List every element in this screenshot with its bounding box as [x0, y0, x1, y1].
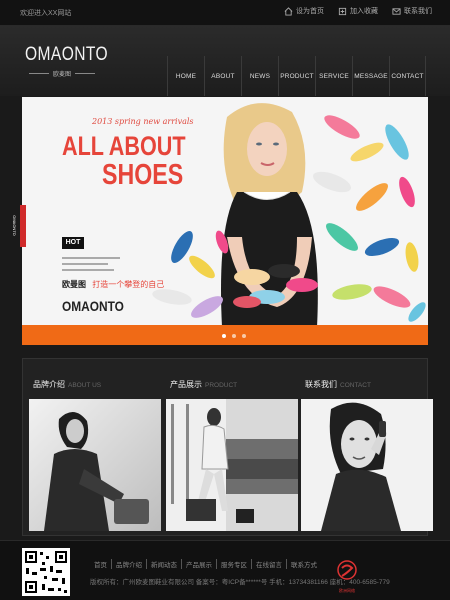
promo-slogan: 欧曼图 打造一个攀登的自己 — [62, 279, 164, 290]
panel-product-cn: 产品展示 — [170, 380, 202, 389]
footer-link-home[interactable]: 首页 — [90, 559, 112, 569]
footer-link-news[interactable]: 新闻动态 — [147, 559, 182, 569]
slider-dots — [222, 334, 246, 338]
panel-about: 品牌介绍 ABOUT US — [23, 359, 161, 537]
panel-about-title[interactable]: 品牌介绍 ABOUT US — [33, 379, 101, 390]
footer-link-contact[interactable]: 联系方式 — [287, 559, 321, 569]
hot-badge: HOT — [62, 237, 84, 249]
nav-about[interactable]: ABOUT — [204, 56, 241, 96]
footer-link-message[interactable]: 在线留言 — [252, 559, 287, 569]
contact-us-label: 联系我们 — [404, 8, 432, 15]
side-tag-text: OMAONTO — [11, 215, 17, 236]
panel-contact: 联系我们 CONTACT — [295, 359, 433, 537]
site-header: OMAONTO 欧麦图 HOME ABOUT NEWS PRODUCT SERV… — [0, 26, 450, 96]
slider-dot-3[interactable] — [242, 334, 246, 338]
main-nav: HOME ABOUT NEWS PRODUCT SERVICE MESSAGE … — [167, 56, 426, 96]
footer-logo-tag: 欧洲网络 — [339, 588, 355, 593]
logo-brand: OMAONTO — [25, 44, 109, 65]
logo-sub: 欧麦图 — [29, 69, 105, 78]
panel-product-en: PRODUCT — [205, 382, 238, 389]
logo-sub-text: 欧麦图 — [53, 72, 72, 78]
promo-headline-1: ALL ABOUT — [62, 131, 186, 161]
nav-home[interactable]: HOME — [167, 56, 204, 96]
nav-service[interactable]: SERVICE — [315, 56, 352, 96]
promo-script: 2013 spring new arrivals — [92, 117, 194, 126]
home-icon — [284, 6, 293, 16]
site-footer: 首页 品牌介绍 新闻动态 产品展示 服务专区 在线留言 联系方式 版权所有：广州… — [0, 540, 450, 600]
side-tag[interactable]: OMAONTO — [12, 205, 26, 247]
slider-dot-2[interactable] — [232, 334, 236, 338]
panel-product-image[interactable] — [166, 399, 298, 531]
panel-product: 产品展示 PRODUCT — [160, 359, 298, 537]
content-panels: 品牌介绍 ABOUT US 产品展示 PRODUCT 联系我们 CONTACT — [22, 358, 433, 537]
panel-contact-image[interactable] — [301, 399, 433, 531]
footer-link-about[interactable]: 品牌介绍 — [112, 559, 147, 569]
panel-contact-cn: 联系我们 — [305, 380, 337, 389]
nav-product[interactable]: PRODUCT — [278, 56, 315, 96]
promo-brand: OMAONTO — [62, 298, 124, 314]
panel-contact-en: CONTACT — [340, 382, 371, 389]
footer-logo-icon — [337, 560, 357, 580]
fine-print — [62, 257, 122, 275]
promo-cn-prefix: 欧曼图 — [62, 280, 86, 289]
welcome-text: 欢迎进入XX网站 — [20, 10, 72, 17]
set-homepage-label: 设为首页 — [296, 8, 324, 15]
promo-cn-slogan: 打造一个攀登的自己 — [92, 280, 165, 289]
contact-us-link[interactable]: 联系我们 — [392, 6, 432, 16]
panel-contact-title[interactable]: 联系我们 CONTACT — [305, 379, 371, 390]
top-links: 设为首页 加入收藏 联系我们 — [284, 6, 432, 16]
site-logo[interactable]: OMAONTO 欧麦图 — [25, 44, 109, 78]
panel-about-cn: 品牌介绍 — [33, 380, 65, 389]
slider-dot-1[interactable] — [222, 334, 226, 338]
bookmark-icon — [338, 7, 347, 15]
nav-contact[interactable]: CONTACT — [389, 56, 426, 96]
footer-logo[interactable]: 欧洲网络 — [335, 559, 359, 594]
set-homepage-link[interactable]: 设为首页 — [284, 6, 324, 16]
panel-about-image[interactable] — [29, 399, 161, 531]
footer-links: 首页 品牌介绍 新闻动态 产品展示 服务专区 在线留言 联系方式 — [90, 559, 321, 569]
footer-link-product[interactable]: 产品展示 — [182, 559, 217, 569]
add-favorite-link[interactable]: 加入收藏 — [338, 6, 378, 16]
nav-news[interactable]: NEWS — [241, 56, 278, 96]
qr-code — [22, 548, 70, 596]
footer-link-service[interactable]: 服务专区 — [217, 559, 252, 569]
panel-about-en: ABOUT US — [68, 382, 102, 389]
panel-product-title[interactable]: 产品展示 PRODUCT — [170, 379, 237, 390]
add-favorite-label: 加入收藏 — [350, 8, 378, 15]
nav-message[interactable]: MESSAGE — [352, 56, 389, 96]
top-bar: 欢迎进入XX网站 设为首页 加入收藏 联系我们 — [0, 0, 450, 26]
hero-banner[interactable]: 2013 spring new arrivals ALL ABOUT SHOES… — [22, 97, 428, 345]
contact-icon — [392, 7, 401, 15]
promo-headline-2: SHOES — [102, 159, 184, 191]
